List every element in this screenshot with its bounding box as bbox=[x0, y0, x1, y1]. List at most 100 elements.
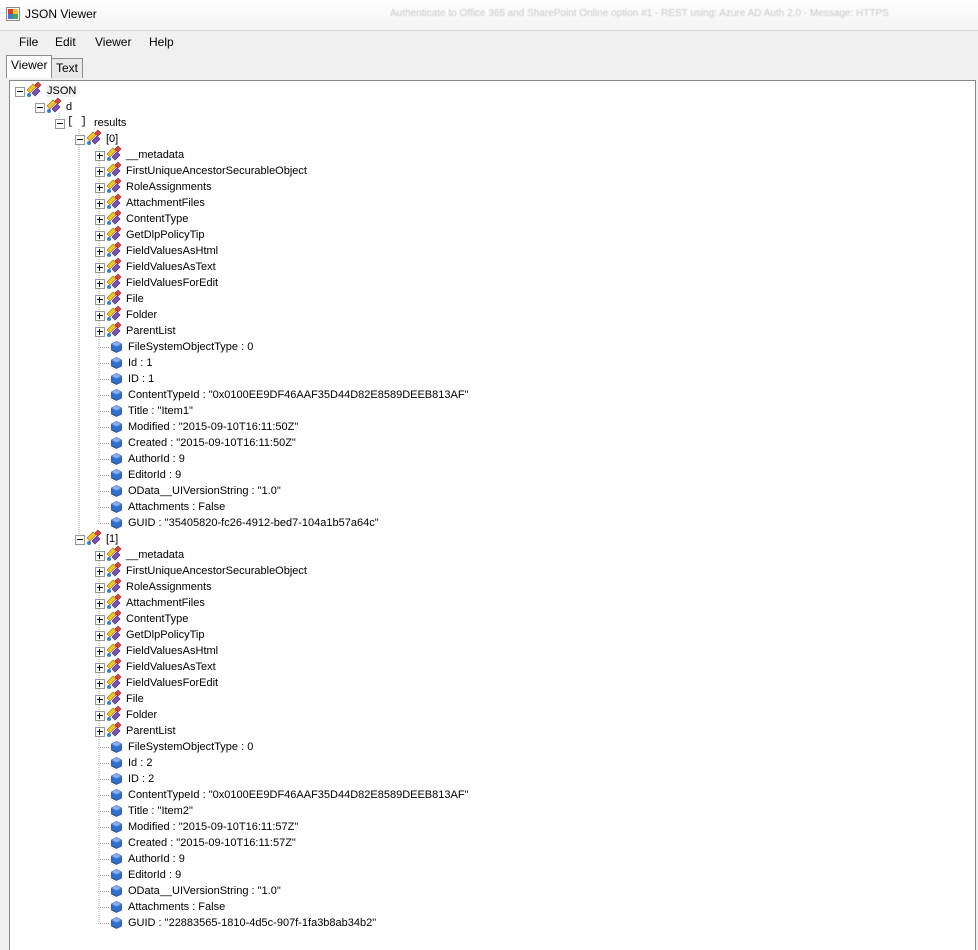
array-node-icon: [ ] bbox=[67, 116, 87, 128]
tree-node-label: FirstUniqueAncestorSecurableObject bbox=[126, 165, 307, 177]
value-node-icon bbox=[111, 917, 122, 929]
tree-node-label: Id : 1 bbox=[128, 357, 153, 369]
tree-root-label: JSON bbox=[46, 85, 78, 97]
expand-icon[interactable] bbox=[95, 199, 105, 209]
expand-icon[interactable] bbox=[95, 583, 105, 593]
menu-bar: File Edit Viewer Help bbox=[0, 31, 978, 53]
expand-icon[interactable] bbox=[95, 311, 105, 321]
json-tree-view[interactable]: JSON d [ ] results [0] __metadata FirstUniqueA… bbox=[9, 80, 976, 950]
object-node-icon bbox=[105, 721, 123, 739]
expand-icon[interactable] bbox=[95, 647, 105, 657]
window-title: JSON Viewer bbox=[25, 7, 97, 21]
expand-icon[interactable] bbox=[95, 151, 105, 161]
expand-icon[interactable] bbox=[95, 231, 105, 241]
value-node-icon bbox=[111, 789, 122, 801]
tree-node-label: __metadata bbox=[126, 549, 185, 561]
tree-node-label: [0] bbox=[106, 133, 119, 145]
value-node-icon bbox=[111, 437, 122, 449]
tree-node-label: FieldValuesAsHtml bbox=[126, 245, 219, 257]
value-node-icon bbox=[111, 853, 122, 865]
tree-node-label: EditorId : 9 bbox=[128, 869, 182, 881]
tree-node-label: File bbox=[126, 293, 144, 305]
tree-node-label: RoleAssignments bbox=[126, 581, 212, 593]
menu-viewer[interactable]: Viewer bbox=[95, 35, 131, 49]
tree-node-label: Folder bbox=[126, 309, 158, 321]
collapse-icon[interactable] bbox=[75, 535, 85, 545]
value-node-icon bbox=[111, 885, 122, 897]
collapse-icon[interactable] bbox=[15, 87, 25, 97]
object-node-icon bbox=[45, 97, 63, 115]
tree-node-label: FieldValuesForEdit bbox=[126, 677, 219, 689]
tree-node-label: Attachments : False bbox=[128, 501, 226, 513]
menu-file[interactable]: File bbox=[19, 35, 38, 49]
tree-node-label: ContentType bbox=[126, 613, 189, 625]
expand-icon[interactable] bbox=[95, 695, 105, 705]
tree-node-label: ID : 1 bbox=[128, 373, 155, 385]
value-node-icon bbox=[111, 453, 122, 465]
tree-node-label: ParentList bbox=[126, 325, 176, 337]
tree-node-label: FirstUniqueAncestorSecurableObject bbox=[126, 565, 307, 577]
tree-node-label: FileSystemObjectType : 0 bbox=[128, 741, 254, 753]
value-node-icon bbox=[111, 837, 122, 849]
tab-viewer[interactable]: Viewer bbox=[6, 55, 53, 78]
expand-icon[interactable] bbox=[95, 295, 105, 305]
tree-node-label: d bbox=[66, 101, 73, 113]
tree-node-label: FieldValuesAsText bbox=[126, 261, 216, 273]
tree-node-label: OData__UIVersionString : "1.0" bbox=[128, 485, 281, 497]
expand-icon[interactable] bbox=[95, 679, 105, 689]
value-node-icon bbox=[111, 341, 122, 353]
expand-icon[interactable] bbox=[95, 615, 105, 625]
value-node-icon bbox=[111, 373, 122, 385]
menu-help[interactable]: Help bbox=[149, 35, 174, 49]
value-node-icon bbox=[111, 821, 122, 833]
value-node-icon bbox=[111, 405, 122, 417]
tree-node-label: GUID : "35405820-fc26-4912-bed7-104a1b57… bbox=[128, 517, 379, 529]
tree-node-label: FieldValuesAsHtml bbox=[126, 645, 219, 657]
collapse-icon[interactable] bbox=[55, 119, 65, 129]
tree-node-label: Modified : "2015-09-10T16:11:50Z" bbox=[128, 421, 299, 433]
expand-icon[interactable] bbox=[95, 727, 105, 737]
value-node-icon bbox=[111, 421, 122, 433]
expand-icon[interactable] bbox=[95, 567, 105, 577]
expand-icon[interactable] bbox=[95, 247, 105, 257]
collapse-icon[interactable] bbox=[75, 135, 85, 145]
value-node-icon bbox=[111, 869, 122, 881]
tree-node-label: OData__UIVersionString : "1.0" bbox=[128, 885, 281, 897]
tree-node-label: ID : 2 bbox=[128, 773, 155, 785]
expand-icon[interactable] bbox=[95, 327, 105, 337]
tree-node-label: FieldValuesForEdit bbox=[126, 277, 219, 289]
collapse-icon[interactable] bbox=[35, 103, 45, 113]
menu-edit[interactable]: Edit bbox=[55, 35, 76, 49]
tree-node-label: ContentTypeId : "0x0100EE9DF46AAF35D44D8… bbox=[128, 389, 469, 401]
tree-node-label: EditorId : 9 bbox=[128, 469, 182, 481]
tree-node-label: GUID : "22883565-1810-4d5c-907f-1fa3b8ab… bbox=[128, 917, 377, 929]
expand-icon[interactable] bbox=[95, 167, 105, 177]
tree-node-label: File bbox=[126, 693, 144, 705]
expand-icon[interactable] bbox=[95, 551, 105, 561]
value-node-icon bbox=[111, 741, 122, 753]
tree-node-label: Modified : "2015-09-10T16:11:57Z" bbox=[128, 821, 299, 833]
expand-icon[interactable] bbox=[95, 663, 105, 673]
expand-icon[interactable] bbox=[95, 631, 105, 641]
expand-icon[interactable] bbox=[95, 599, 105, 609]
value-node-icon bbox=[111, 757, 122, 769]
title-bar: JSON Viewer Authenticate to Office 365 a… bbox=[0, 0, 978, 31]
object-node-icon bbox=[25, 81, 43, 99]
expand-icon[interactable] bbox=[95, 263, 105, 273]
tree-node-label: [1] bbox=[106, 533, 119, 545]
tree-node-label: ContentTypeId : "0x0100EE9DF46AAF35D44D8… bbox=[128, 789, 469, 801]
json-viewer-app-icon bbox=[6, 7, 20, 21]
expand-icon[interactable] bbox=[95, 215, 105, 225]
tree-node-label: RoleAssignments bbox=[126, 181, 212, 193]
expand-icon[interactable] bbox=[95, 183, 105, 193]
tree-node-label: FieldValuesAsText bbox=[126, 661, 216, 673]
tree-node-label: Id : 2 bbox=[128, 757, 153, 769]
tree-node-label: AttachmentFiles bbox=[126, 597, 205, 609]
object-node-icon bbox=[85, 129, 103, 147]
value-node-icon bbox=[111, 805, 122, 817]
tab-text[interactable]: Text bbox=[51, 58, 84, 78]
tree-connector-lines bbox=[18, 91, 110, 924]
value-node-icon bbox=[111, 485, 122, 497]
expand-icon[interactable] bbox=[95, 279, 105, 289]
expand-icon[interactable] bbox=[95, 711, 105, 721]
